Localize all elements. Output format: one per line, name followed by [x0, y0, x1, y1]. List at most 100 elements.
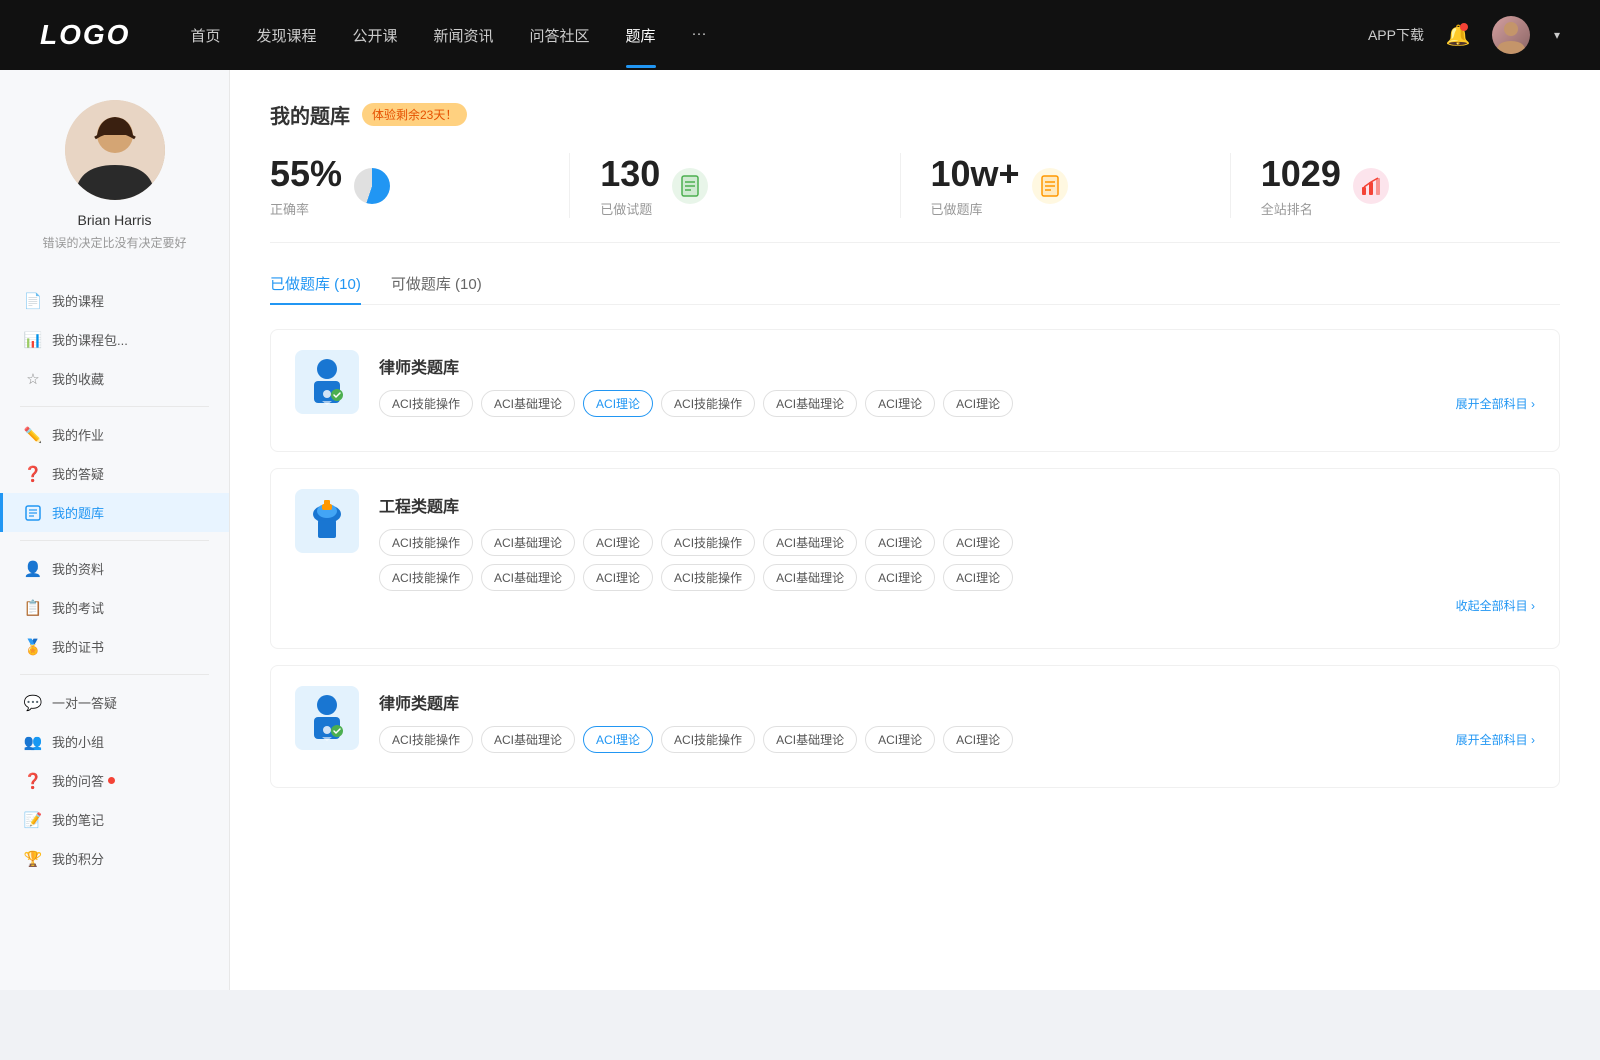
nav-discover[interactable]: 发现课程 — [256, 21, 316, 50]
qa-icon: ❓ — [24, 772, 42, 790]
tag-3-2[interactable]: ACI理论 — [583, 726, 653, 753]
sidebar-item-certificate[interactable]: 🏅 我的证书 — [0, 627, 229, 666]
user-dropdown-arrow[interactable]: ▾ — [1554, 28, 1560, 42]
doc-orange-svg — [1039, 175, 1061, 197]
sidebar-item-my-questions[interactable]: ❓ 我的问答 — [0, 761, 229, 800]
nav-qbank[interactable]: 题库 — [626, 21, 656, 50]
notification-bell[interactable]: 🔔 — [1444, 21, 1472, 49]
sidebar-item-homework[interactable]: ✏️ 我的作业 — [0, 415, 229, 454]
sidebar-item-my-course[interactable]: 📄 我的课程 — [0, 281, 229, 320]
qbank-content-1: 律师类题库 ACI技能操作 ACI基础理论 ACI理论 ACI技能操作 ACI基… — [379, 350, 1535, 417]
tag-1-1[interactable]: ACI基础理论 — [481, 390, 575, 417]
tag-3-3[interactable]: ACI技能操作 — [661, 726, 755, 753]
nav-open-course[interactable]: 公开课 — [352, 21, 397, 50]
tag-2-3[interactable]: ACI技能操作 — [661, 529, 755, 556]
tag-2-12[interactable]: ACI理论 — [865, 564, 935, 591]
sidebar-item-my-group[interactable]: 👥 我的小组 — [0, 722, 229, 761]
doc-icon: 📄 — [24, 292, 42, 310]
sidebar-label: 我的小组 — [52, 732, 104, 751]
tag-2-6[interactable]: ACI理论 — [943, 529, 1013, 556]
engineer-icon-wrap — [295, 489, 359, 553]
qbank-card-lawyer-2: 律师类题库 ACI技能操作 ACI基础理论 ACI理论 ACI技能操作 ACI基… — [270, 665, 1560, 788]
tag-1-0[interactable]: ACI技能操作 — [379, 390, 473, 417]
stat-label-accuracy: 正确率 — [270, 199, 342, 218]
page-title-row: 我的题库 体验剩余23天！ — [270, 100, 1560, 129]
tag-3-5[interactable]: ACI理论 — [865, 726, 935, 753]
tag-3-6[interactable]: ACI理论 — [943, 726, 1013, 753]
sidebar-item-course-package[interactable]: 📊 我的课程包... — [0, 320, 229, 359]
sidebar-label: 我的证书 — [52, 637, 104, 656]
avatar-svg — [1492, 16, 1530, 54]
avatar[interactable] — [1492, 16, 1530, 54]
tag-1-2[interactable]: ACI理论 — [583, 390, 653, 417]
sidebar-item-favorites[interactable]: ☆ 我的收藏 — [0, 359, 229, 398]
tag-1-4[interactable]: ACI基础理论 — [763, 390, 857, 417]
tag-1-3[interactable]: ACI技能操作 — [661, 390, 755, 417]
tag-2-2[interactable]: ACI理论 — [583, 529, 653, 556]
tag-1-5[interactable]: ACI理论 — [865, 390, 935, 417]
stat-value-done-banks: 10w+ — [931, 153, 1020, 195]
nav-home[interactable]: 首页 — [190, 21, 220, 50]
lawyer-icon-wrap-2 — [295, 686, 359, 750]
qbank-icon — [24, 504, 42, 522]
sidebar-label: 我的课程包... — [52, 330, 128, 349]
sidebar-label: 我的题库 — [52, 503, 104, 522]
tag-2-5[interactable]: ACI理论 — [865, 529, 935, 556]
sidebar-item-one-on-one[interactable]: 💬 一对一答疑 — [0, 683, 229, 722]
sidebar-label: 我的收藏 — [52, 369, 104, 388]
tag-2-7[interactable]: ACI技能操作 — [379, 564, 473, 591]
file-text-icon: 📋 — [24, 599, 42, 617]
chat-icon: 💬 — [24, 694, 42, 712]
note-icon: 📝 — [24, 811, 42, 829]
main-content: 我的题库 体验剩余23天！ 55% 正确率 130 已做试题 — [230, 70, 1600, 990]
tag-3-0[interactable]: ACI技能操作 — [379, 726, 473, 753]
tag-2-10[interactable]: ACI技能操作 — [661, 564, 755, 591]
sidebar-profile: Brian Harris 错误的决定比没有决定要好 — [0, 100, 229, 271]
stat-done-questions: 130 已做试题 — [569, 153, 899, 218]
sidebar-item-my-profile[interactable]: 👤 我的资料 — [0, 549, 229, 588]
tab-available-banks[interactable]: 可做题库 (10) — [391, 273, 482, 304]
sidebar-label: 我的作业 — [52, 425, 104, 444]
tag-3-4[interactable]: ACI基础理论 — [763, 726, 857, 753]
tag-2-8[interactable]: ACI基础理论 — [481, 564, 575, 591]
collapse-link[interactable]: 收起全部科目 › — [379, 597, 1535, 614]
nav-news[interactable]: 新闻资讯 — [434, 21, 494, 50]
qbank-content-2: 工程类题库 ACI技能操作 ACI基础理论 ACI理论 ACI技能操作 ACI基… — [379, 489, 1535, 614]
sidebar-item-my-notes[interactable]: 📝 我的笔记 — [0, 800, 229, 839]
edit-icon: ✏️ — [24, 426, 42, 444]
stat-text-ranking: 1029 全站排名 — [1261, 153, 1341, 218]
people-icon: 👤 — [24, 560, 42, 578]
qbank-title-1: 律师类题库 — [379, 350, 1535, 378]
nav-more[interactable]: ··· — [692, 21, 707, 50]
sidebar-item-my-points[interactable]: 🏆 我的积分 — [0, 839, 229, 878]
tag-3-1[interactable]: ACI基础理论 — [481, 726, 575, 753]
tag-2-9[interactable]: ACI理论 — [583, 564, 653, 591]
sidebar-item-my-qa[interactable]: ❓ 我的答疑 — [0, 454, 229, 493]
collapse-label: 收起全部科目 › — [1456, 597, 1535, 614]
profile-motto: 错误的决定比没有决定要好 — [42, 234, 186, 251]
tag-2-4[interactable]: ACI基础理论 — [763, 529, 857, 556]
qbank-card-header-3: 律师类题库 ACI技能操作 ACI基础理论 ACI理论 ACI技能操作 ACI基… — [295, 686, 1535, 753]
expand-link-1[interactable]: 展开全部科目 › — [1456, 395, 1535, 412]
app-download-button[interactable]: APP下载 — [1368, 25, 1424, 45]
tag-2-11[interactable]: ACI基础理论 — [763, 564, 857, 591]
lawyer-icon-wrap-1 — [295, 350, 359, 414]
tag-2-0[interactable]: ACI技能操作 — [379, 529, 473, 556]
stat-value-ranking: 1029 — [1261, 153, 1341, 195]
profile-avatar — [65, 100, 165, 200]
tag-1-6[interactable]: ACI理论 — [943, 390, 1013, 417]
sidebar-divider-2 — [20, 540, 209, 541]
sidebar-divider-1 — [20, 406, 209, 407]
sidebar-item-my-qbank[interactable]: 我的题库 — [0, 493, 229, 532]
qbank-card-lawyer-1: 律师类题库 ACI技能操作 ACI基础理论 ACI理论 ACI技能操作 ACI基… — [270, 329, 1560, 452]
tags-row-wrap-1: ACI技能操作 ACI基础理论 ACI理论 ACI技能操作 ACI基础理论 AC… — [379, 390, 1535, 417]
stat-label-done-banks: 已做题库 — [931, 199, 1020, 218]
expand-link-3[interactable]: 展开全部科目 › — [1456, 731, 1535, 748]
sidebar-label: 一对一答疑 — [52, 693, 117, 712]
stat-text-done-questions: 130 已做试题 — [600, 153, 660, 218]
tag-2-1[interactable]: ACI基础理论 — [481, 529, 575, 556]
nav-qa[interactable]: 问答社区 — [530, 21, 590, 50]
tab-done-banks[interactable]: 已做题库 (10) — [270, 273, 361, 304]
sidebar-item-my-exam[interactable]: 📋 我的考试 — [0, 588, 229, 627]
tag-2-13[interactable]: ACI理论 — [943, 564, 1013, 591]
